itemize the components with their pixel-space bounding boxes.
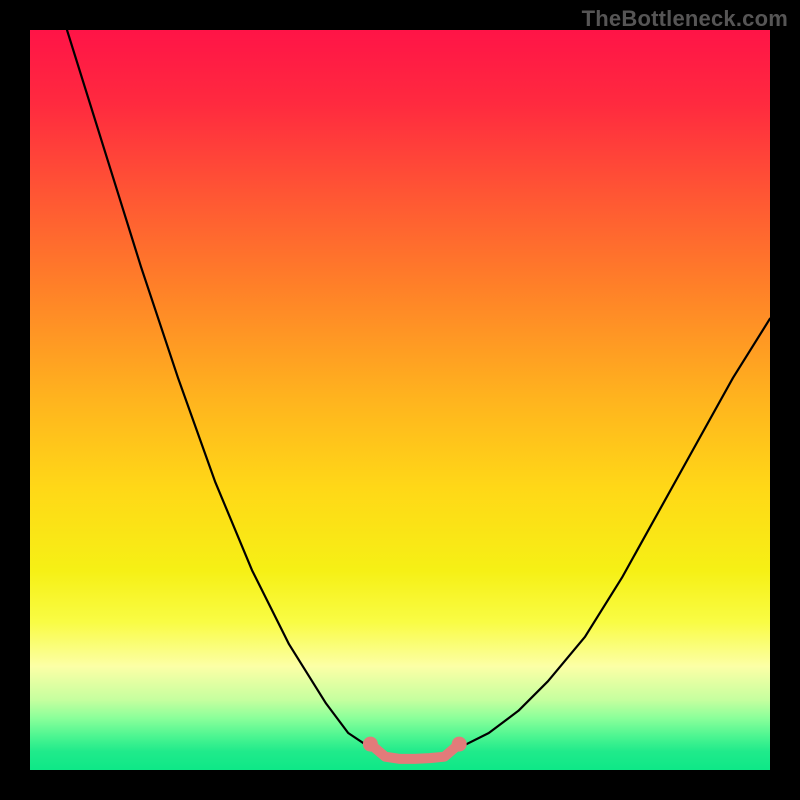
bottom-marker-dot bbox=[363, 737, 378, 752]
bottom-marker-dot bbox=[452, 737, 467, 752]
gradient-background bbox=[30, 30, 770, 770]
watermark-text: TheBottleneck.com bbox=[582, 6, 788, 32]
bottleneck-chart bbox=[30, 30, 770, 770]
chart-svg bbox=[30, 30, 770, 770]
